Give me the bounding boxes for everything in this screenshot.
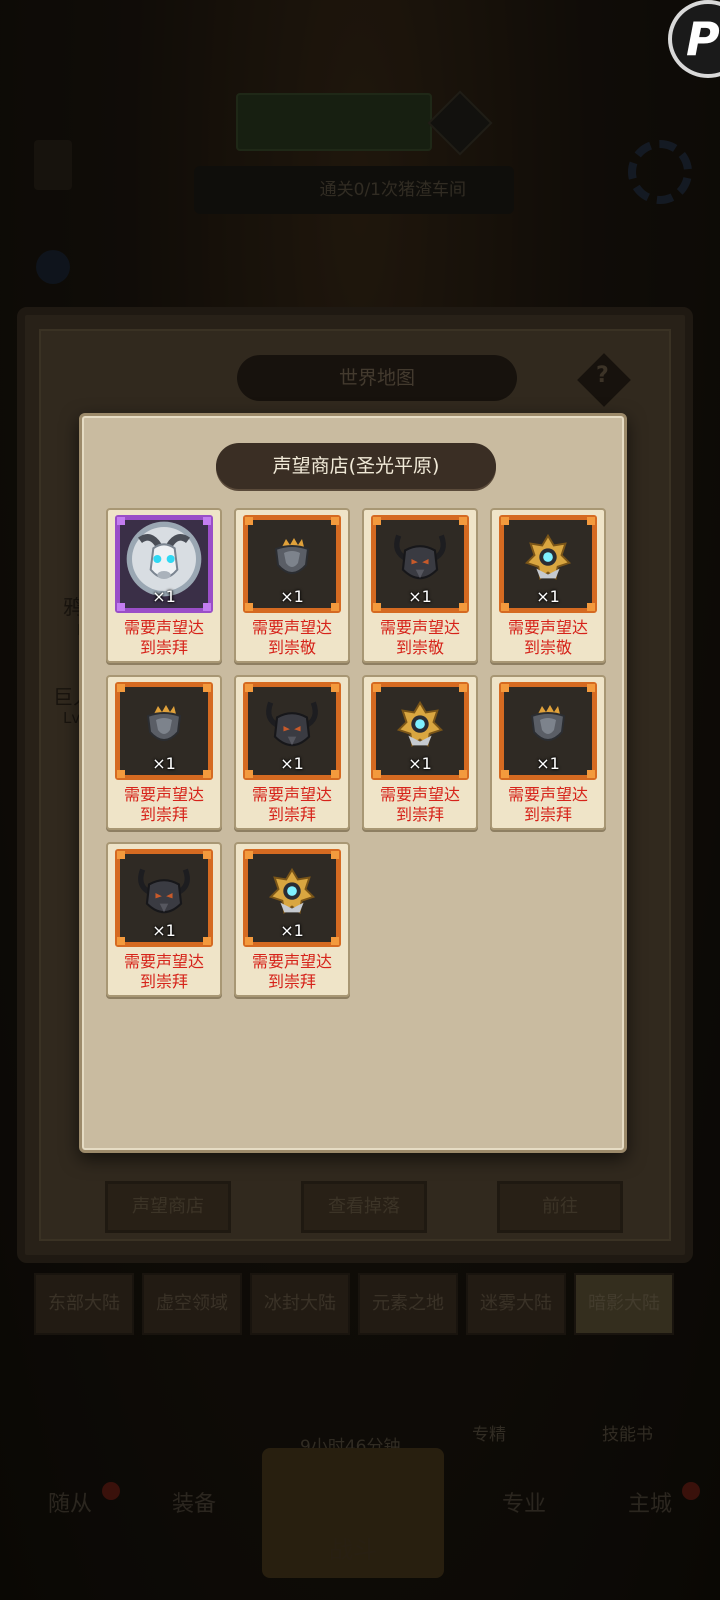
shop-item-card[interactable]: ×1 需要声望达 到崇拜 [234, 675, 350, 830]
reputation-requirement: 需要声望达 到崇拜 [492, 785, 604, 825]
item-slot[interactable]: ×1 [243, 515, 341, 613]
item-quantity: ×1 [280, 587, 304, 606]
reputation-requirement: 需要声望达 到崇拜 [364, 785, 476, 825]
item-slot[interactable]: ×1 [243, 682, 341, 780]
item-slot[interactable]: ×1 [243, 849, 341, 947]
item-quantity: ×1 [536, 587, 560, 606]
requirement-line1: 需要声望达 [123, 952, 204, 971]
item-slot[interactable]: ×1 [499, 515, 597, 613]
shop-item-card[interactable]: ×1 需要声望达 到崇敬 [362, 508, 478, 663]
item-slot[interactable]: ×1 [499, 682, 597, 780]
reputation-requirement: 需要声望达 到崇敬 [236, 618, 348, 658]
requirement-line1: 需要声望达 [379, 785, 460, 804]
requirement-line1: 需要声望达 [123, 785, 204, 804]
reputation-requirement: 需要声望达 到崇敬 [364, 618, 476, 658]
shop-item-card[interactable]: ×1 需要声望达 到崇拜 [362, 675, 478, 830]
requirement-line2: 到崇敬 [395, 638, 444, 657]
reputation-requirement: 需要声望达 到崇拜 [108, 952, 220, 992]
requirement-line2: 到崇拜 [267, 805, 316, 824]
item-quantity: ×1 [152, 921, 176, 940]
shop-item-card[interactable]: ×1 需要声望达 到崇敬 [490, 508, 606, 663]
requirement-line1: 需要声望达 [251, 618, 332, 637]
item-quantity: ×1 [408, 587, 432, 606]
requirement-line2: 到崇拜 [523, 805, 572, 824]
item-slot[interactable]: ×1 [115, 849, 213, 947]
requirement-line1: 需要声望达 [251, 785, 332, 804]
item-slot[interactable]: ×1 [371, 515, 469, 613]
requirement-line2: 到崇拜 [139, 638, 188, 657]
item-quantity: ×1 [280, 754, 304, 773]
requirement-line2: 到崇拜 [139, 972, 188, 991]
shop-item-card[interactable]: ×1 需要声望达 到崇拜 [106, 675, 222, 830]
requirement-line2: 到崇敬 [267, 638, 316, 657]
item-quantity: ×1 [152, 754, 176, 773]
shop-item-card[interactable]: ×1 需要声望达 到崇拜 [234, 842, 350, 997]
requirement-line1: 需要声望达 [123, 618, 204, 637]
requirement-line2: 到崇拜 [395, 805, 444, 824]
item-quantity: ×1 [408, 754, 432, 773]
requirement-line1: 需要声望达 [379, 618, 460, 637]
reputation-requirement: 需要声望达 到崇敬 [492, 618, 604, 658]
requirement-line2: 到崇拜 [267, 972, 316, 991]
item-quantity: ×1 [280, 921, 304, 940]
requirement-line1: 需要声望达 [507, 785, 588, 804]
shop-item-card[interactable]: ×1 需要声望达 到崇拜 [106, 842, 222, 997]
reputation-requirement: 需要声望达 到崇拜 [108, 785, 220, 825]
shop-item-card[interactable]: ×1 需要声望达 到崇拜 [490, 675, 606, 830]
requirement-line2: 到崇敬 [523, 638, 572, 657]
item-slot[interactable]: ×1 [115, 515, 213, 613]
requirement-line1: 需要声望达 [251, 952, 332, 971]
shop-item-card[interactable]: ×1 需要声望达 到崇敬 [234, 508, 350, 663]
item-quantity: ×1 [152, 587, 176, 606]
reputation-shop-dialog: 声望商店(圣光平原) ×1 需要声望达 到崇拜 ×1 需要声望达 到崇敬 ×1 需要声望达 到崇… [79, 413, 627, 1153]
shop-title: 声望商店(圣光平原) [216, 443, 496, 489]
shop-item-card[interactable]: ×1 需要声望达 到崇拜 [106, 508, 222, 663]
reputation-requirement: 需要声望达 到崇拜 [108, 618, 220, 658]
item-slot[interactable]: ×1 [115, 682, 213, 780]
reputation-requirement: 需要声望达 到崇拜 [236, 952, 348, 992]
requirement-line1: 需要声望达 [507, 618, 588, 637]
item-quantity: ×1 [536, 754, 560, 773]
item-slot[interactable]: ×1 [371, 682, 469, 780]
reputation-requirement: 需要声望达 到崇拜 [236, 785, 348, 825]
requirement-line2: 到崇拜 [139, 805, 188, 824]
